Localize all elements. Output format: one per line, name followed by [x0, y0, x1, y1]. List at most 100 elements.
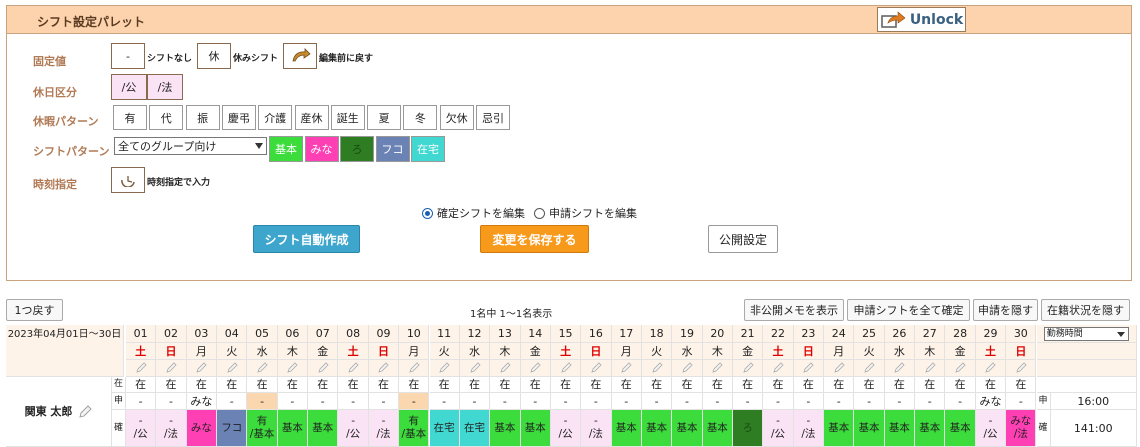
- confirmed-cell[interactable]: 基本: [277, 410, 309, 447]
- pencil-icon[interactable]: [186, 360, 218, 377]
- pencil-icon[interactable]: [763, 360, 794, 377]
- presence-cell[interactable]: 在: [550, 377, 582, 393]
- confirmed-cell[interactable]: 有 /基本: [247, 410, 278, 447]
- request-cell[interactable]: -: [277, 393, 309, 410]
- confirmed-cell[interactable]: - /法: [581, 410, 612, 447]
- auto-create-button[interactable]: シフト自動作成: [253, 225, 360, 253]
- request-cell[interactable]: -: [854, 393, 885, 410]
- undo-button[interactable]: 1つ戻す: [6, 299, 63, 321]
- confirmed-cell[interactable]: - /公: [763, 410, 794, 447]
- pencil-icon[interactable]: [672, 360, 703, 377]
- pencil-icon[interactable]: [156, 360, 187, 377]
- presence-cell[interactable]: 在: [824, 377, 855, 393]
- radio-requested-option[interactable]: 申請シフトを編集: [534, 205, 637, 221]
- pencil-icon[interactable]: [641, 360, 673, 377]
- confirmed-cell[interactable]: 基本: [641, 410, 673, 447]
- request-cell[interactable]: -: [1006, 393, 1037, 410]
- leave-button-3[interactable]: 慶弔: [221, 105, 256, 130]
- pencil-icon[interactable]: [945, 360, 976, 377]
- leave-button-10[interactable]: 忌引: [476, 105, 510, 130]
- summary-select[interactable]: 勤務時間: [1043, 326, 1129, 341]
- presence-cell[interactable]: 在: [611, 377, 642, 393]
- presence-cell[interactable]: 在: [156, 377, 187, 393]
- save-changes-button[interactable]: 変更を保存する: [480, 225, 589, 253]
- request-cell[interactable]: -: [611, 393, 642, 410]
- confirmed-cell[interactable]: 有 /基本: [399, 410, 430, 447]
- show-memo-button[interactable]: 非公開メモを表示: [744, 299, 844, 321]
- pencil-icon[interactable]: [338, 360, 369, 377]
- request-cell[interactable]: -: [429, 393, 460, 410]
- request-cell[interactable]: -: [247, 393, 278, 410]
- presence-cell[interactable]: 在: [490, 377, 521, 393]
- pencil-icon[interactable]: [490, 360, 521, 377]
- presence-cell[interactable]: 在: [429, 377, 460, 393]
- revert-button[interactable]: [283, 43, 317, 69]
- presence-cell[interactable]: 在: [338, 377, 369, 393]
- radio-confirmed[interactable]: [422, 207, 433, 219]
- confirmed-cell[interactable]: - /公: [975, 410, 1007, 447]
- presence-cell[interactable]: 在: [308, 377, 339, 393]
- unlock-button[interactable]: Unlock: [877, 7, 966, 32]
- pencil-icon[interactable]: [520, 360, 551, 377]
- pencil-icon[interactable]: [611, 360, 642, 377]
- pencil-icon[interactable]: [854, 360, 885, 377]
- presence-cell[interactable]: 在: [126, 377, 157, 393]
- radio-confirmed-option[interactable]: 確定シフトを編集: [422, 205, 525, 221]
- holiday-legal-button[interactable]: /法: [147, 74, 183, 100]
- pencil-icon[interactable]: [277, 360, 309, 377]
- confirmed-cell[interactable]: - /公: [550, 410, 582, 447]
- presence-cell[interactable]: 在: [1006, 377, 1037, 393]
- pencil-icon[interactable]: [733, 360, 764, 377]
- confirmed-cell[interactable]: - /法: [368, 410, 400, 447]
- presence-cell[interactable]: 在: [793, 377, 825, 393]
- confirmed-cell[interactable]: - /法: [156, 410, 187, 447]
- hide-request-button[interactable]: 申請を隠す: [973, 299, 1038, 321]
- shift-button-0[interactable]: 基本: [269, 136, 303, 162]
- request-cell[interactable]: -: [338, 393, 369, 410]
- leave-button-8[interactable]: 冬: [403, 105, 438, 130]
- presence-cell[interactable]: 在: [854, 377, 885, 393]
- confirm-all-button[interactable]: 申請シフトを全て確定: [847, 299, 970, 321]
- pencil-icon[interactable]: [975, 360, 1007, 377]
- time-entry-button[interactable]: [111, 167, 145, 193]
- shift-button-3[interactable]: フコ: [375, 136, 410, 162]
- request-cell[interactable]: みな: [186, 393, 218, 410]
- presence-cell[interactable]: 在: [702, 377, 733, 393]
- request-cell[interactable]: -: [641, 393, 673, 410]
- request-cell[interactable]: -: [824, 393, 855, 410]
- request-cell[interactable]: -: [550, 393, 582, 410]
- request-cell[interactable]: -: [763, 393, 794, 410]
- request-cell[interactable]: -: [126, 393, 157, 410]
- pencil-icon[interactable]: [126, 360, 157, 377]
- pencil-icon[interactable]: [399, 360, 430, 377]
- request-cell[interactable]: -: [884, 393, 916, 410]
- presence-cell[interactable]: 在: [247, 377, 278, 393]
- confirmed-cell[interactable]: 基本: [884, 410, 916, 447]
- confirmed-cell[interactable]: 基本: [945, 410, 976, 447]
- request-cell[interactable]: -: [793, 393, 825, 410]
- presence-cell[interactable]: 在: [884, 377, 916, 393]
- confirmed-cell[interactable]: 在宅: [429, 410, 460, 447]
- request-cell[interactable]: -: [490, 393, 521, 410]
- pencil-icon[interactable]: [793, 360, 825, 377]
- pencil-icon[interactable]: [581, 360, 612, 377]
- confirmed-cell[interactable]: みな: [186, 410, 218, 447]
- presence-cell[interactable]: 在: [763, 377, 794, 393]
- leave-button-4[interactable]: 介護: [258, 105, 293, 130]
- request-cell[interactable]: -: [520, 393, 551, 410]
- presence-cell[interactable]: 在: [672, 377, 703, 393]
- leave-button-5[interactable]: 産休: [294, 105, 329, 130]
- pencil-icon[interactable]: [1006, 360, 1037, 377]
- request-cell[interactable]: -: [156, 393, 187, 410]
- presence-cell[interactable]: 在: [641, 377, 673, 393]
- presence-cell[interactable]: 在: [915, 377, 946, 393]
- confirmed-cell[interactable]: みな /法: [1006, 410, 1037, 447]
- presence-cell[interactable]: 在: [217, 377, 248, 393]
- pencil-icon[interactable]: [459, 360, 491, 377]
- pencil-icon[interactable]: [217, 360, 248, 377]
- confirmed-cell[interactable]: 基本: [308, 410, 339, 447]
- publish-settings-button[interactable]: 公開設定: [708, 225, 778, 253]
- confirmed-cell[interactable]: - /公: [126, 410, 157, 447]
- confirmed-cell[interactable]: 在宅: [459, 410, 491, 447]
- request-cell[interactable]: みな: [975, 393, 1007, 410]
